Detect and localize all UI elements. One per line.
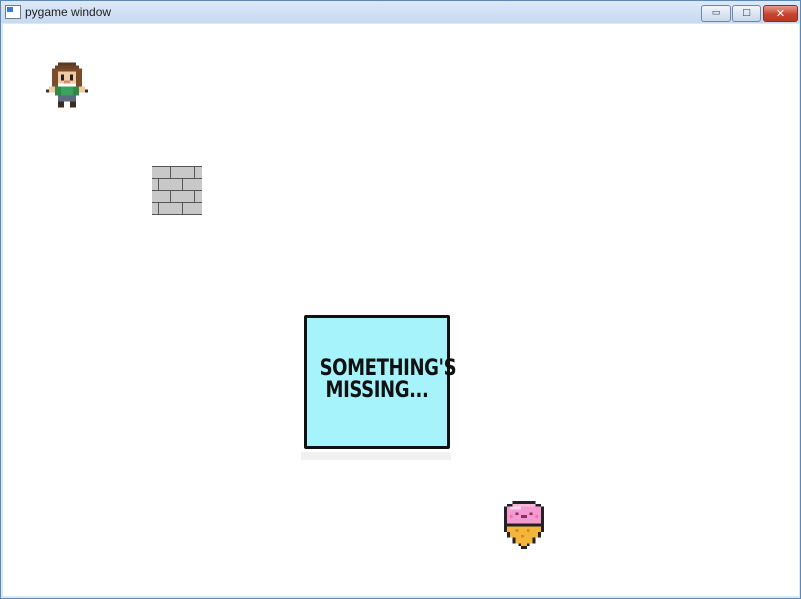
missing-text-line-1: SOMETHING'S <box>319 356 457 381</box>
brick-wall-sprite <box>152 166 202 215</box>
window-title: pygame window <box>25 5 112 19</box>
game-canvas[interactable]: SOMETHING'S MISSING... <box>3 24 799 596</box>
maximize-button[interactable]: □ <box>732 5 761 22</box>
missing-credit-strip <box>301 452 451 460</box>
minimize-icon: ▭ <box>711 8 721 18</box>
ice-cream-sprite <box>504 501 544 549</box>
player-character-sprite <box>46 62 88 108</box>
close-icon: ✕ <box>775 7 786 20</box>
title-bar[interactable]: pygame window ▭ □ ✕ <box>1 1 800 23</box>
missing-text-line-2: MISSING... <box>325 378 429 403</box>
window-frame: pygame window ▭ □ ✕ SOMETHING'S MISSING.… <box>0 0 801 599</box>
missing-texture-box: SOMETHING'S MISSING... <box>304 315 457 449</box>
missing-texture-placeholder: SOMETHING'S MISSING... <box>301 312 457 460</box>
app-icon <box>5 5 21 19</box>
close-button[interactable]: ✕ <box>763 5 798 22</box>
minimize-button[interactable]: ▭ <box>701 5 731 22</box>
maximize-icon: □ <box>742 8 751 18</box>
missing-texture-label: SOMETHING'S MISSING... <box>319 356 457 403</box>
